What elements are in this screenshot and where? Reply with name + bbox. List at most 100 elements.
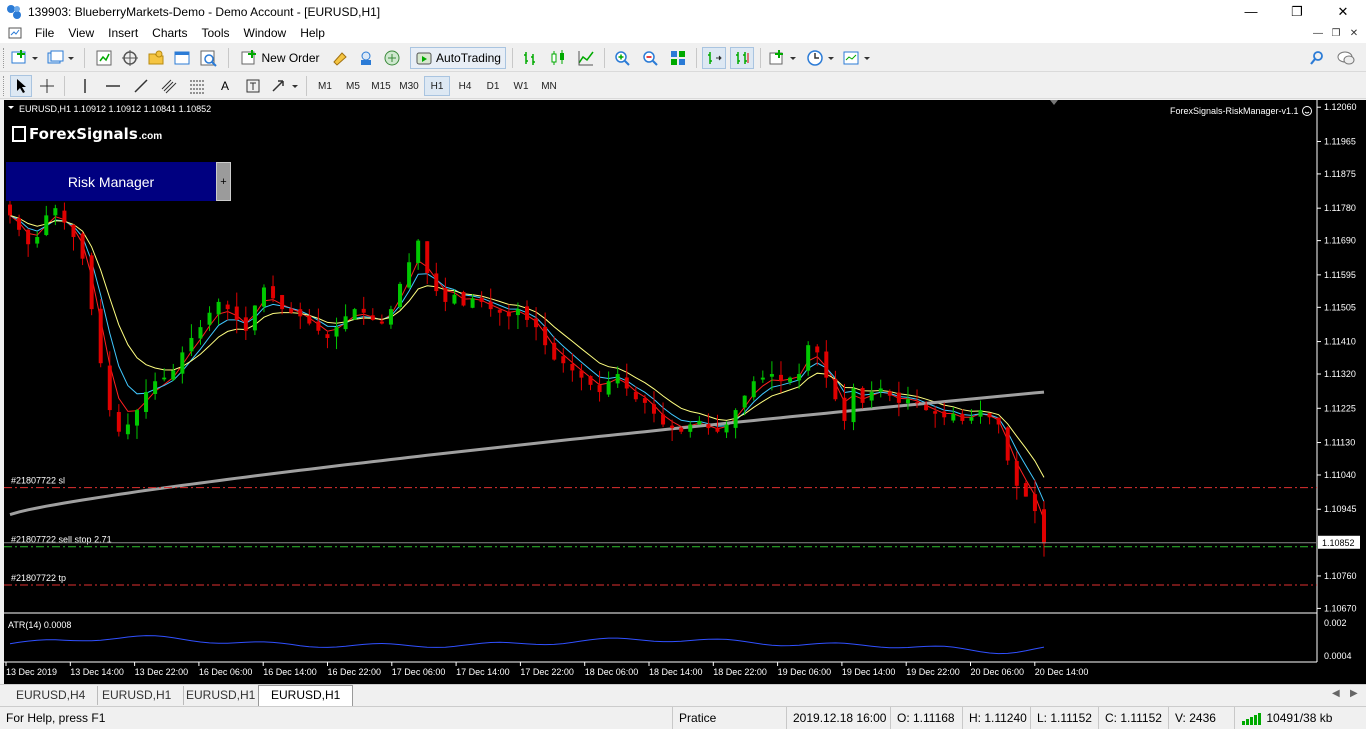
maximize-icon[interactable]: ❐ — [1274, 0, 1320, 23]
indicators-icon[interactable] — [766, 47, 800, 69]
minimize-icon[interactable]: — — [1228, 0, 1274, 23]
menu-insert[interactable]: Insert — [101, 23, 145, 43]
candle-body — [969, 417, 974, 421]
candle-body — [343, 316, 348, 330]
candle-body — [987, 413, 992, 418]
chart-window-icon[interactable] — [8, 26, 22, 40]
metaeditor-icon[interactable] — [328, 47, 352, 69]
child-minimize-icon[interactable]: — — [1310, 25, 1326, 41]
market-icon[interactable] — [380, 47, 404, 69]
auto-scroll-icon[interactable] — [730, 47, 754, 69]
chart-shift-icon[interactable] — [702, 47, 726, 69]
toolbar-grip[interactable] — [3, 48, 6, 68]
tile-windows-icon[interactable] — [666, 47, 690, 69]
equidistant-channel-icon[interactable] — [158, 75, 180, 97]
chart-window[interactable]: #21807722 sl #21807722 sell stop 2.71 #218… — [4, 100, 1366, 684]
arrows-icon[interactable] — [268, 75, 302, 97]
metatrader-app-icon — [7, 4, 21, 19]
tab-eurusd-h1-active[interactable]: EURUSD,H1 — [258, 685, 354, 706]
market-watch-icon[interactable] — [92, 47, 116, 69]
candle-body — [561, 356, 566, 364]
vertical-line-icon[interactable] — [74, 75, 96, 97]
templates-icon[interactable] — [840, 47, 874, 69]
candle-body — [552, 342, 557, 360]
profiles-icon[interactable] — [44, 47, 78, 69]
risk-manager-button[interactable]: Risk Manager — [6, 162, 216, 201]
autotrading-button[interactable]: AutoTrading — [410, 47, 506, 69]
risk-manager-expand-button[interactable]: + — [216, 162, 231, 201]
close-icon[interactable]: ✕ — [1320, 0, 1366, 23]
timeframe-h4[interactable]: H4 — [452, 76, 478, 96]
tab-eurusd-h1[interactable]: EURUSD,H1 — [90, 686, 185, 705]
horizontal-line-icon[interactable] — [102, 75, 124, 97]
timeframe-m30[interactable]: M30 — [396, 76, 422, 96]
data-window-icon[interactable] — [118, 47, 142, 69]
text-icon[interactable]: A — [214, 75, 236, 97]
help-text: For Help, press F1 — [6, 711, 106, 725]
bar-chart-icon[interactable] — [518, 47, 542, 69]
time-tick-label: 13 Dec 22:00 — [135, 667, 189, 677]
tab-eurusd-h1[interactable]: EURUSD,H1 — [174, 686, 269, 705]
new-order-button[interactable]: New Order — [238, 47, 322, 69]
timeframe-m15[interactable]: M15 — [368, 76, 394, 96]
candle-body — [806, 345, 811, 371]
price-tick-label: 1.11320 — [1324, 369, 1356, 379]
tab-scroll-right-icon[interactable]: ▶ — [1350, 688, 1358, 699]
strategy-tester-icon[interactable] — [196, 47, 220, 69]
tab-eurusd-h4[interactable]: EURUSD,H4 — [4, 686, 99, 705]
candle-body — [271, 286, 276, 299]
child-restore-icon[interactable]: ❐ — [1328, 25, 1344, 41]
candle-body — [252, 305, 257, 331]
line-chart-icon[interactable] — [574, 47, 598, 69]
zoom-in-icon[interactable] — [610, 47, 634, 69]
candle-body — [851, 388, 856, 423]
child-close-icon[interactable]: ✕ — [1346, 25, 1362, 41]
periodicity-icon[interactable] — [804, 47, 838, 69]
navigator-icon[interactable] — [144, 47, 168, 69]
timeframe-h1[interactable]: H1 — [424, 76, 450, 96]
tab-scroll-left-icon[interactable]: ◀ — [1332, 688, 1340, 699]
search-icon[interactable] — [1306, 47, 1328, 69]
fibonacci-icon[interactable] — [186, 75, 208, 97]
chat-icon[interactable] — [1334, 47, 1358, 69]
profile-name[interactable]: Pratice — [672, 707, 786, 729]
new-chart-icon[interactable] — [10, 47, 40, 69]
status-close: C: 1.11152 — [1098, 707, 1168, 729]
candle-body — [207, 312, 212, 325]
menu-help[interactable]: Help — [293, 23, 332, 43]
candle-body — [670, 425, 675, 429]
signals-icon[interactable] — [354, 47, 378, 69]
status-bar: For Help, press F1 Pratice 2019.12.18 16… — [0, 706, 1366, 729]
timeframe-w1[interactable]: W1 — [508, 76, 534, 96]
timeframe-m1[interactable]: M1 — [312, 76, 338, 96]
candlestick-chart-icon[interactable] — [546, 47, 570, 69]
menu-tools[interactable]: Tools — [195, 23, 237, 43]
menu-file[interactable]: File — [28, 23, 61, 43]
timeframe-m5[interactable]: M5 — [340, 76, 366, 96]
text-label-icon[interactable] — [242, 75, 264, 97]
menu-view[interactable]: View — [61, 23, 101, 43]
candle-body — [307, 315, 312, 324]
trendline-icon[interactable] — [130, 75, 152, 97]
timeframe-d1[interactable]: D1 — [480, 76, 506, 96]
zoom-out-icon[interactable] — [638, 47, 662, 69]
logo-domain: .com — [138, 131, 163, 142]
candle-body — [996, 417, 1001, 425]
menu-window[interactable]: Window — [237, 23, 294, 43]
menu-charts[interactable]: Charts — [145, 23, 194, 43]
candle-body — [715, 427, 720, 432]
crosshair-icon[interactable] — [36, 75, 58, 97]
time-tick-label: 18 Dec 06:00 — [585, 667, 639, 677]
candle-body — [615, 374, 620, 384]
timeframe-mn[interactable]: MN — [536, 76, 562, 96]
logo-name: ForexSignals — [29, 125, 138, 143]
connection-status[interactable]: 10491/38 kb — [1234, 707, 1366, 729]
cursor-icon[interactable] — [10, 75, 32, 97]
candle-body — [8, 204, 12, 216]
toolbar-grip[interactable] — [3, 76, 6, 96]
candle-body — [769, 374, 774, 377]
standard-toolbar: New Order AutoTrading — [0, 44, 1366, 72]
price-tick-label: 1.10670 — [1324, 603, 1357, 613]
terminal-icon[interactable] — [170, 47, 194, 69]
candle-body — [724, 424, 729, 433]
